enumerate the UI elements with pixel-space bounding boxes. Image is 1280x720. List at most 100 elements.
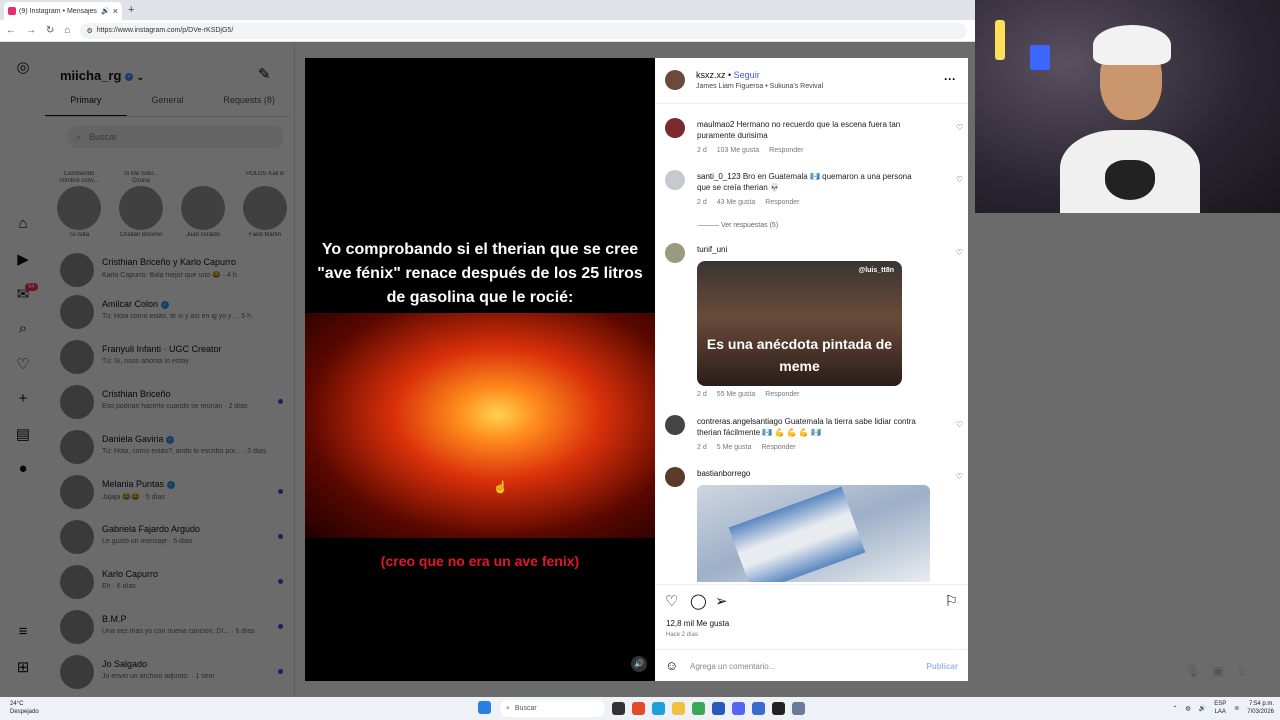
profile-icon[interactable]: ● bbox=[14, 460, 32, 477]
taskbar-search-label: Buscar bbox=[514, 705, 537, 712]
volume-icon[interactable]: 🔊 bbox=[1199, 705, 1206, 712]
heart-icon[interactable]: ♡ bbox=[956, 123, 963, 132]
comment-icon[interactable]: ◯ bbox=[690, 592, 707, 610]
avatar[interactable] bbox=[665, 118, 685, 138]
close-tab-icon[interactable]: × bbox=[113, 6, 118, 16]
comment-likes: 55 Me gusta bbox=[716, 391, 756, 398]
menu-icon[interactable]: ≡ bbox=[14, 623, 32, 640]
home-nav-icon[interactable]: ⌂ bbox=[14, 215, 32, 232]
weather-widget[interactable]: 24°C Despejado bbox=[10, 700, 39, 716]
image-icon[interactable]: ▣ bbox=[1212, 664, 1223, 678]
note-item[interactable]: POLOS Kali B Farid Martin bbox=[239, 171, 291, 238]
post-video[interactable]: Yo comprobando si el therian que se cree… bbox=[305, 58, 655, 681]
avatar[interactable] bbox=[665, 467, 685, 487]
author-avatar[interactable] bbox=[665, 70, 685, 90]
heart-icon[interactable]: ♡ bbox=[956, 175, 963, 184]
url-field[interactable]: ⚙ https://www.instagram.com/p/DVe-rKSDjG… bbox=[80, 22, 967, 39]
reply-button[interactable]: Responder bbox=[765, 391, 799, 398]
tab-general[interactable]: General bbox=[127, 95, 209, 116]
edge-icon[interactable] bbox=[652, 702, 665, 715]
forward-icon[interactable]: → bbox=[26, 25, 36, 36]
likes-count[interactable]: 12,8 mil Me gusta bbox=[666, 619, 729, 628]
author-username[interactable]: ksxz.xz bbox=[696, 70, 726, 80]
more-options-icon[interactable]: ··· bbox=[944, 72, 956, 86]
task-view-icon[interactable] bbox=[612, 702, 625, 715]
home-icon[interactable]: ⌂ bbox=[64, 25, 70, 36]
heart-icon[interactable]: ♡ bbox=[956, 420, 963, 429]
address-bar-row: ← → ↻ ⌂ ⚙ https://www.instagram.com/p/DV… bbox=[0, 20, 975, 42]
reply-button[interactable]: Responder bbox=[769, 147, 803, 154]
speaker-icon[interactable]: 🔊 bbox=[101, 7, 110, 15]
chat-item[interactable]: Melania Puntas ✓ Jajaja 😂😂 · 5 días bbox=[60, 475, 285, 515]
share-icon[interactable]: ➢ bbox=[715, 592, 728, 610]
comment-image[interactable] bbox=[697, 485, 930, 582]
chat-item[interactable]: Cristhian Briceño Eso podrian hacerlo cua… bbox=[60, 385, 285, 425]
reply-button[interactable]: Responder bbox=[761, 444, 795, 451]
comment-user: tunif_uni bbox=[697, 245, 728, 254]
wifi-icon[interactable]: ≋ bbox=[1234, 705, 1239, 712]
avatar[interactable] bbox=[665, 170, 685, 190]
weather-temp: 24°C bbox=[10, 701, 24, 707]
language-indicator[interactable]: ESP LAA bbox=[1214, 700, 1226, 716]
reply-button[interactable]: Responder bbox=[765, 199, 799, 206]
note-item[interactable]: Juan Giraldo bbox=[177, 171, 229, 238]
heart-icon[interactable]: ♡ bbox=[956, 248, 963, 257]
search-input[interactable]: ⌕ Buscar bbox=[68, 126, 283, 148]
site-info-icon[interactable]: ⚙ bbox=[86, 27, 92, 35]
taskbar-search[interactable]: ⌕ Buscar bbox=[500, 700, 605, 717]
chat-item[interactable]: Amilcar Colon ✓ Tú: Hola cómo estás, te v… bbox=[60, 295, 285, 335]
instagram-logo-icon[interactable]: ◎ bbox=[14, 58, 32, 76]
obs-icon[interactable] bbox=[772, 702, 785, 715]
view-replies-link[interactable]: ——— Ver respuestas (5) bbox=[698, 222, 778, 229]
search-nav-icon[interactable]: ⌕ bbox=[14, 320, 32, 337]
microphone-icon[interactable]: 🎙 bbox=[1185, 664, 1200, 678]
tab-requests[interactable]: Requests (8) bbox=[208, 95, 290, 116]
mute-toggle-icon[interactable]: 🔊 bbox=[631, 656, 647, 672]
chrome-icon[interactable] bbox=[632, 702, 645, 715]
chat-item[interactable]: Cristhian Briceño y Karlo Capurro Karlo C… bbox=[60, 253, 285, 293]
app-icon[interactable] bbox=[752, 702, 765, 715]
chevron-up-icon[interactable]: ⌃ bbox=[1172, 705, 1177, 712]
chat-item[interactable]: Karlo Capurro Eh · 6 días bbox=[60, 565, 285, 605]
heart-icon[interactable]: ♡ bbox=[956, 472, 963, 481]
network-icon[interactable]: ◍ bbox=[1186, 705, 1191, 712]
reels-icon[interactable]: ▶ bbox=[14, 250, 32, 268]
discord-icon[interactable] bbox=[732, 702, 745, 715]
sticker-icon[interactable]: ☺ bbox=[1236, 664, 1248, 678]
audio-info[interactable]: James Liam Figueroa • Sukuna's Revival bbox=[696, 83, 823, 90]
note-item[interactable]: Si Me Sobr... Ozuna Cristian Briceño bbox=[115, 171, 167, 238]
more-apps-icon[interactable]: ⊞ bbox=[14, 658, 32, 676]
publish-button[interactable]: Publicar bbox=[926, 662, 958, 671]
start-icon[interactable] bbox=[478, 701, 491, 714]
chat-item[interactable]: B.M.P Una vez mas yo con nueva canción, D… bbox=[60, 610, 285, 650]
compose-icon[interactable]: ✎ bbox=[258, 65, 271, 83]
settings-icon[interactable] bbox=[792, 702, 805, 715]
follow-button[interactable]: Seguir bbox=[734, 70, 760, 80]
comment-input[interactable]: Agrega un comentario... bbox=[690, 662, 775, 671]
create-icon[interactable]: + bbox=[14, 390, 32, 407]
clock[interactable]: 7:54 p.m. 7/03/2026 bbox=[1247, 700, 1274, 716]
chat-item[interactable]: Jo Salgado Jo envió un archivo adjunto. ·… bbox=[60, 655, 285, 695]
tab-primary[interactable]: Primary bbox=[45, 95, 127, 116]
reload-icon[interactable]: ↻ bbox=[46, 25, 54, 36]
browser-icon[interactable] bbox=[692, 702, 705, 715]
browser-tab[interactable]: (9) Instagram • Mensajes 🔊 × bbox=[4, 2, 122, 20]
avatar[interactable] bbox=[665, 415, 685, 435]
emoji-icon[interactable]: ☺ bbox=[665, 658, 678, 673]
new-tab-button[interactable]: + bbox=[128, 4, 134, 16]
chat-item[interactable]: Gabriela Fajardo Argudo Le gustó un mensa… bbox=[60, 520, 285, 560]
avatar bbox=[60, 610, 94, 644]
comment-gif[interactable]: @luis_tt8n Es una anécdota pintada de me… bbox=[697, 261, 902, 386]
notifications-icon[interactable]: ♡ bbox=[14, 355, 32, 373]
avatar[interactable] bbox=[665, 243, 685, 263]
account-switcher[interactable]: miicha_rg ✓ ⌄ bbox=[60, 68, 144, 83]
chat-item[interactable]: Daniela Gaviria ✓ Tú: Hola, cómo estás?, … bbox=[60, 430, 285, 470]
back-icon[interactable]: ← bbox=[6, 25, 16, 36]
note-item[interactable]: Cambiando nombre conv... Tu nota bbox=[53, 171, 105, 238]
file-explorer-icon[interactable] bbox=[672, 702, 685, 715]
dashboard-icon[interactable]: ▤ bbox=[14, 425, 32, 443]
like-heart-icon[interactable]: ♡ bbox=[665, 592, 678, 610]
store-icon[interactable] bbox=[712, 702, 725, 715]
chat-item[interactable]: Franyuli Infanti · UGC Creator Tú: Si, no… bbox=[60, 340, 285, 380]
bookmark-icon[interactable]: ⚐ bbox=[945, 592, 958, 610]
